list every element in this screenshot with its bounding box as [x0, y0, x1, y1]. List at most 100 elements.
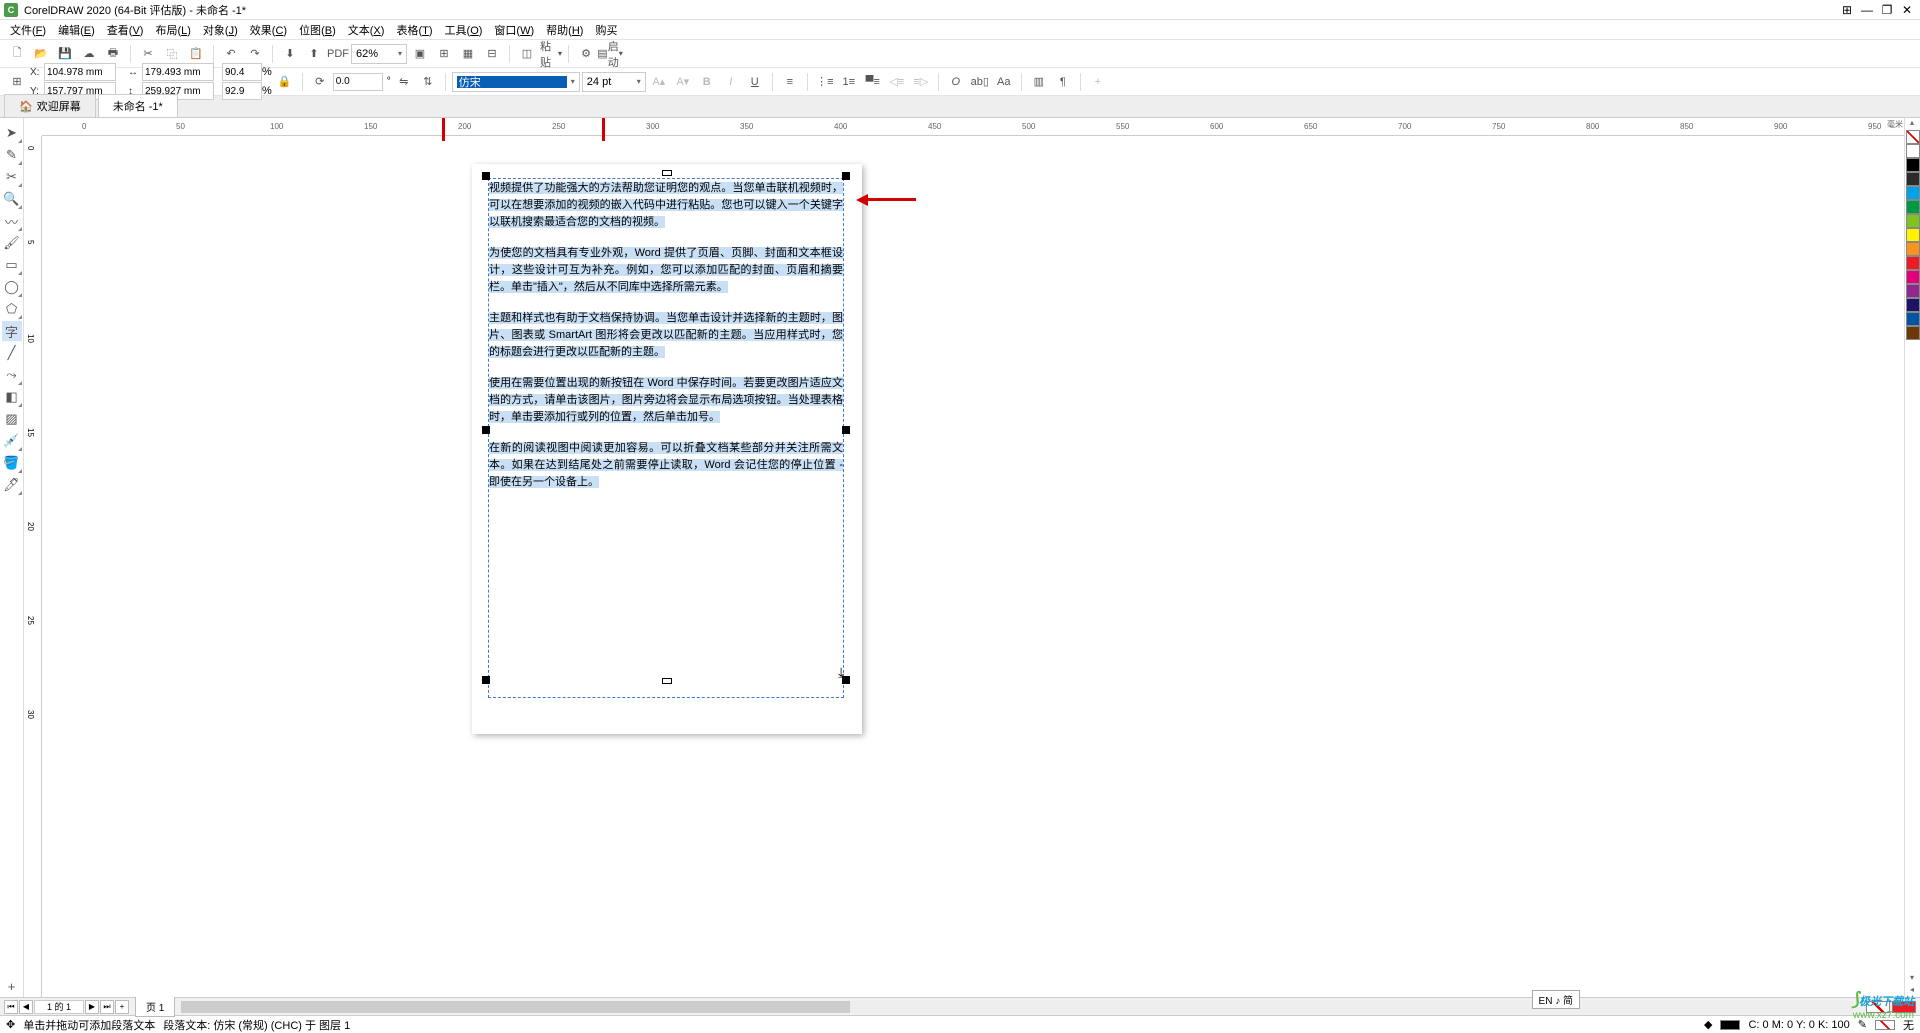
- paragraph-text-frame[interactable]: 视频提供了功能强大的方法帮助您证明您的观点。当您单击联机视频时，可以在想要添加的…: [488, 178, 844, 698]
- ime-indicator[interactable]: EN ♪ 简: [1532, 990, 1580, 1009]
- mirror-v-button[interactable]: ⇅: [417, 71, 439, 93]
- color-swatch[interactable]: [1906, 298, 1920, 312]
- transparency-tool[interactable]: ▨: [2, 409, 22, 429]
- selection-handle[interactable]: [482, 426, 490, 434]
- last-page-button[interactable]: ⏭: [100, 1000, 114, 1014]
- text-overflow-indicator[interactable]: ⤓: [838, 664, 844, 681]
- color-swatch[interactable]: [1906, 200, 1920, 214]
- text-paragraph[interactable]: 主题和样式也有助于文档保持协调。当您单击设计并选择新的主题时，图片、图表或 Sm…: [489, 309, 843, 360]
- color-swatch[interactable]: [1906, 270, 1920, 284]
- color-swatch[interactable]: [1906, 144, 1920, 158]
- color-swatch[interactable]: [1906, 214, 1920, 228]
- artistic-media-tool[interactable]: 🖌: [2, 233, 22, 253]
- print-button[interactable]: 🖶: [102, 43, 124, 65]
- bullets-button[interactable]: ⋮≡: [814, 71, 836, 93]
- text-properties-button[interactable]: Aa: [993, 71, 1015, 93]
- snap-button[interactable]: ◫: [516, 43, 538, 65]
- menu-tools[interactable]: 工具(O): [439, 20, 489, 40]
- color-swatch[interactable]: [1906, 284, 1920, 298]
- menu-view[interactable]: 查看(V): [101, 20, 150, 40]
- freehand-tool[interactable]: 〰: [2, 211, 22, 231]
- color-swatch[interactable]: [1906, 158, 1920, 172]
- cut-button[interactable]: ✂: [137, 43, 159, 65]
- pdf-button[interactable]: PDF: [327, 43, 349, 65]
- rotation-input[interactable]: [333, 73, 383, 91]
- rectangle-tool[interactable]: ▭: [2, 255, 22, 275]
- x-input[interactable]: [44, 63, 116, 81]
- ellipse-tool[interactable]: ◯: [2, 277, 22, 297]
- color-swatch[interactable]: [1906, 242, 1920, 256]
- text-tool[interactable]: 字: [2, 321, 22, 341]
- canvas[interactable]: 视频提供了功能强大的方法帮助您证明您的观点。当您单击联机视频时，可以在想要添加的…: [42, 136, 1904, 997]
- home-tab[interactable]: 🏠 欢迎屏幕: [4, 94, 96, 117]
- horizontal-ruler[interactable]: 毫米 0501001502002503003504004505005506006…: [42, 118, 1904, 136]
- selection-handle[interactable]: [842, 426, 850, 434]
- menu-layout[interactable]: 布局(L): [149, 20, 196, 40]
- import-button[interactable]: ⬇: [279, 43, 301, 65]
- new-button[interactable]: 🗋: [6, 43, 28, 65]
- scrollbar-thumb[interactable]: [181, 1001, 849, 1013]
- zoom-select[interactable]: ▾: [351, 44, 407, 64]
- undo-button[interactable]: ↶: [220, 43, 242, 65]
- document-tab[interactable]: 未命名 -1*: [98, 94, 178, 117]
- fill-color-indicator[interactable]: [1720, 1020, 1740, 1030]
- text-flow-handle-top[interactable]: [662, 170, 672, 176]
- selection-handle[interactable]: [482, 172, 490, 180]
- menu-file[interactable]: 文件(F): [4, 20, 52, 40]
- options-button[interactable]: ⚙: [575, 43, 597, 65]
- underline-button[interactable]: U: [744, 71, 766, 93]
- width-input[interactable]: [142, 63, 214, 81]
- lock-ratio-button[interactable]: 🔒: [274, 71, 296, 93]
- zoom-tool[interactable]: 🔍: [2, 189, 22, 209]
- grid-button[interactable]: ▦: [457, 43, 479, 65]
- ruler-button[interactable]: ⊞: [433, 43, 455, 65]
- selection-handle[interactable]: [482, 676, 490, 684]
- zoom-input[interactable]: [356, 48, 394, 60]
- increase-size-button[interactable]: A▴: [648, 71, 670, 93]
- color-swatch[interactable]: [1906, 186, 1920, 200]
- add-button[interactable]: +: [1087, 71, 1109, 93]
- indent-inc-button[interactable]: ≡▷: [910, 71, 932, 93]
- numbering-button[interactable]: 1≡: [838, 71, 860, 93]
- minimize-button[interactable]: —: [1858, 2, 1876, 18]
- pick-tool[interactable]: ➤: [2, 123, 22, 143]
- export-button[interactable]: ⬆: [303, 43, 325, 65]
- bold-button[interactable]: B: [696, 71, 718, 93]
- text-frame-button[interactable]: ab▯: [969, 71, 991, 93]
- color-swatch[interactable]: [1906, 228, 1920, 242]
- font-size-select[interactable]: ▾: [582, 72, 646, 92]
- menu-effects[interactable]: 效果(C): [244, 20, 293, 40]
- add-page-button[interactable]: +: [115, 1000, 129, 1014]
- color-swatch[interactable]: [1906, 256, 1920, 270]
- paste-button[interactable]: 📋: [185, 43, 207, 65]
- shape-tool[interactable]: ✎: [2, 145, 22, 165]
- guides-button[interactable]: ⊟: [481, 43, 503, 65]
- palette-up-button[interactable]: ▴: [1905, 118, 1919, 130]
- menu-table[interactable]: 表格(T): [390, 20, 438, 40]
- indent-dec-button[interactable]: ◁≡: [886, 71, 908, 93]
- crop-tool[interactable]: ✂: [2, 167, 22, 187]
- text-paragraph[interactable]: 视频提供了功能强大的方法帮助您证明您的观点。当您单击联机视频时，可以在想要添加的…: [489, 179, 843, 230]
- selection-handle[interactable]: [842, 172, 850, 180]
- vertical-ruler[interactable]: 051015202530: [24, 136, 42, 997]
- menu-buy[interactable]: 购买: [589, 20, 623, 40]
- font-size-input[interactable]: [587, 76, 633, 88]
- drop-shadow-tool[interactable]: ◧: [2, 387, 22, 407]
- copy-button[interactable]: ⿻: [161, 43, 183, 65]
- mirror-h-button[interactable]: ⇋: [393, 71, 415, 93]
- paste-special-button[interactable]: 粘贴 ▾: [540, 43, 562, 65]
- horizontal-scrollbar[interactable]: [181, 1001, 1852, 1013]
- font-family-input[interactable]: [457, 76, 567, 88]
- italic-button[interactable]: I: [720, 71, 742, 93]
- polygon-tool[interactable]: ⬠: [2, 299, 22, 319]
- scale-x-input[interactable]: [222, 63, 262, 81]
- fullscreen-button[interactable]: ▣: [409, 43, 431, 65]
- save-button[interactable]: 💾: [54, 43, 76, 65]
- page-number-input[interactable]: [34, 1000, 84, 1014]
- dropcap-button[interactable]: ▀≡: [862, 71, 884, 93]
- opentype-button[interactable]: O: [945, 71, 967, 93]
- menu-text[interactable]: 文本(X): [342, 20, 391, 40]
- text-paragraph[interactable]: 为使您的文档具有专业外观，Word 提供了页眉、页脚、封面和文本框设计，这些设计…: [489, 244, 843, 295]
- page-tab[interactable]: 页 1: [135, 996, 175, 1017]
- outline-color-indicator[interactable]: [1875, 1020, 1895, 1030]
